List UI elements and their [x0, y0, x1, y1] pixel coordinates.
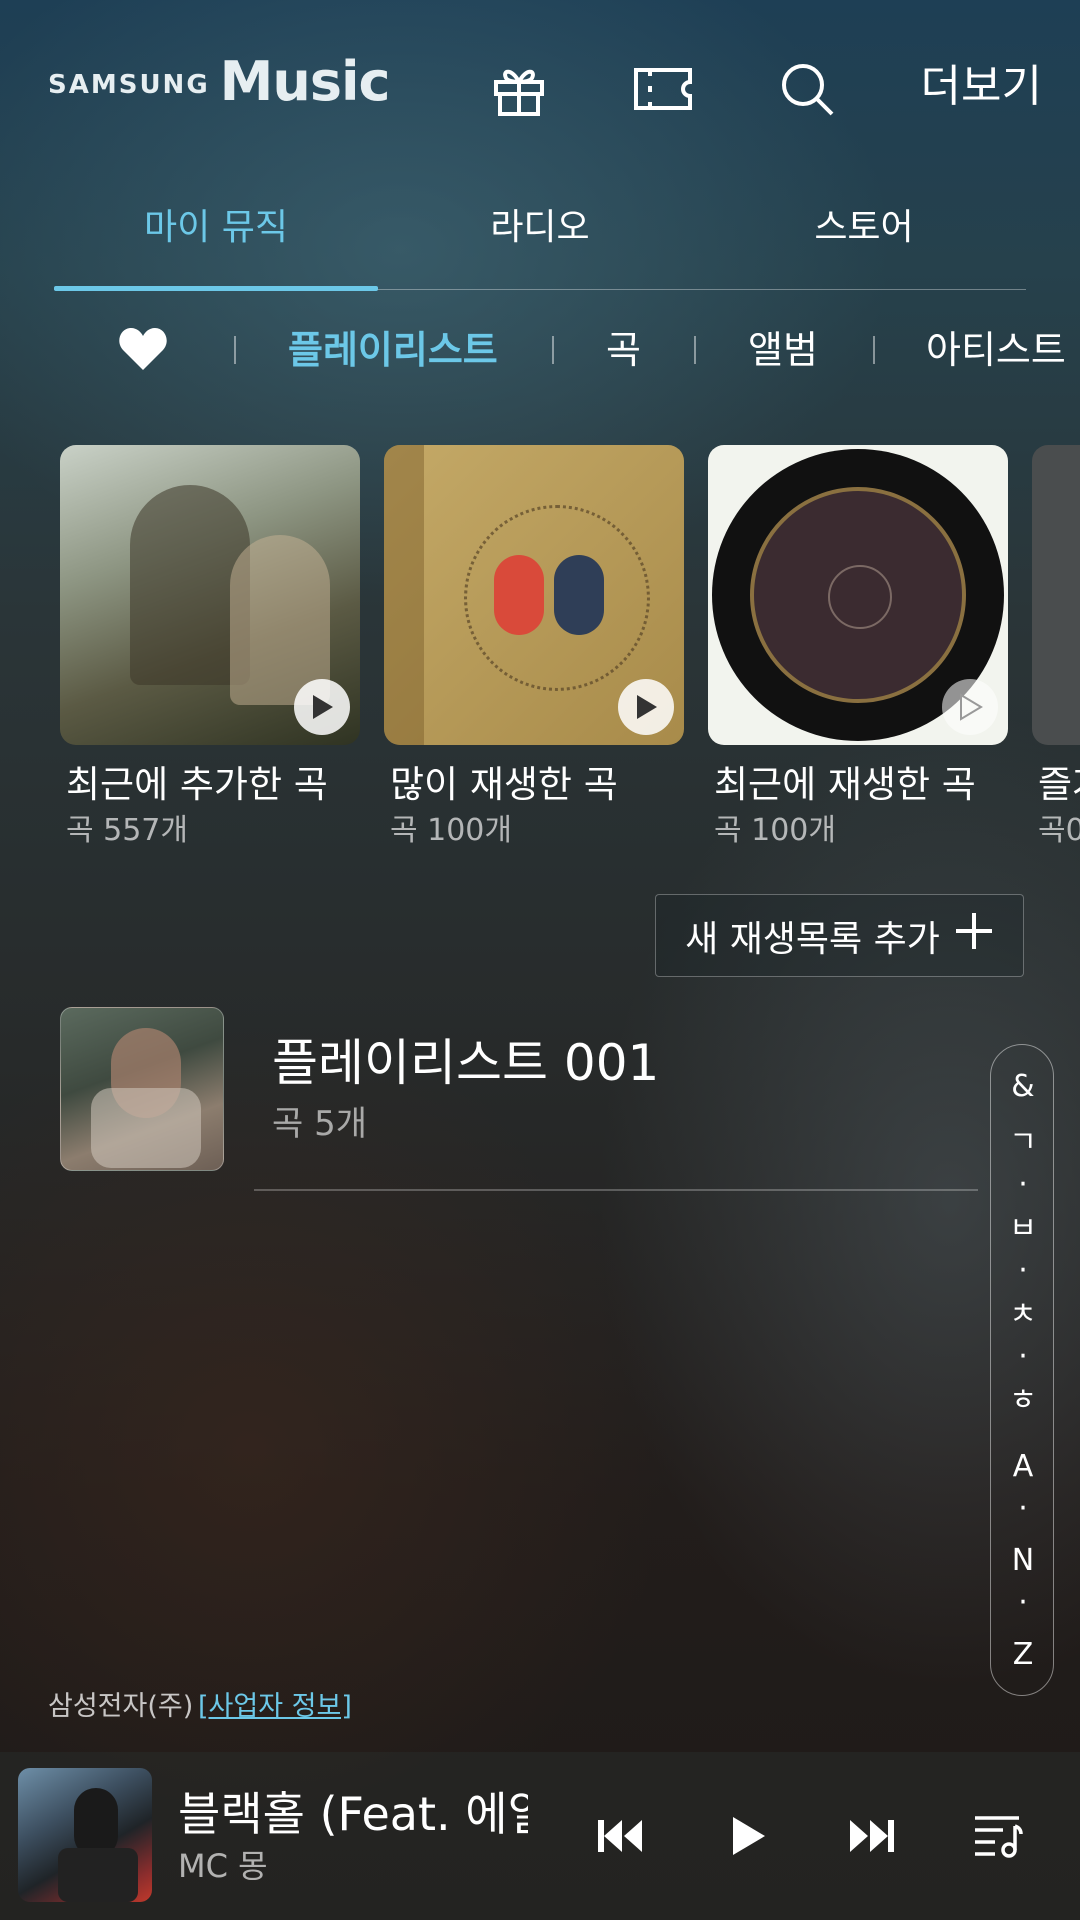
index-letter[interactable]: A	[991, 1447, 1055, 1487]
card-title: 최근에 재생한 곡	[714, 763, 976, 806]
play-icon[interactable]	[942, 679, 998, 735]
add-playlist-label: 새 재생목록 추가	[685, 918, 940, 960]
index-letter[interactable]: ㅎ	[991, 1381, 1055, 1421]
index-dot: ·	[1018, 1167, 1028, 1202]
tab-store[interactable]: 스토어	[702, 195, 1026, 289]
album-art	[384, 445, 684, 745]
card-count: 곡 557개	[66, 813, 188, 848]
filter-divider	[694, 336, 696, 364]
play-icon[interactable]	[700, 1788, 796, 1884]
index-dot: ·	[1018, 1339, 1028, 1374]
index-dot: ·	[1018, 1585, 1028, 1620]
album-art	[1032, 445, 1080, 745]
index-letter[interactable]: ㄱ	[991, 1123, 1055, 1163]
index-dot: ·	[1018, 1491, 1028, 1526]
now-playing-artist: MC 몽	[178, 1847, 268, 1885]
card-most-played[interactable]: 많이 재생한 곡 곡 100개	[384, 445, 684, 851]
business-info-link[interactable]: [사업자 정보]	[198, 1686, 352, 1728]
samsung-music-logo: SAMSUNG Music	[48, 50, 391, 113]
tab-my-music[interactable]: 마이 뮤직	[54, 195, 378, 289]
filter-songs[interactable]: 곡	[606, 320, 641, 380]
filter-playlist[interactable]: 플레이리스트	[288, 320, 498, 380]
card-count: 곡 100개	[390, 813, 512, 848]
playlist-count: 곡 5개	[272, 1104, 367, 1144]
index-letter[interactable]: Z	[991, 1635, 1055, 1675]
card-title: 많이 재생한 곡	[390, 763, 618, 806]
index-letter[interactable]: ㅊ	[991, 1295, 1055, 1335]
plus-icon	[954, 911, 994, 960]
playlist-thumbnail[interactable]	[60, 1007, 224, 1171]
next-icon[interactable]	[824, 1788, 920, 1884]
play-icon[interactable]	[294, 679, 350, 735]
logo-brand: SAMSUNG	[48, 70, 210, 100]
heart-icon[interactable]	[118, 326, 168, 389]
filter-divider	[873, 336, 875, 364]
card-count: 곡 100개	[714, 813, 836, 848]
filter-divider	[552, 336, 554, 364]
card-title: 즐겨	[1038, 763, 1080, 806]
add-playlist-button[interactable]: 새 재생목록 추가	[655, 894, 1024, 977]
divider	[254, 1189, 978, 1191]
search-icon[interactable]	[772, 54, 842, 124]
index-letter[interactable]: ㅂ	[991, 1209, 1055, 1249]
playlist-title[interactable]: 플레이리스트 001	[272, 1030, 659, 1096]
now-playing-art[interactable]	[18, 1768, 152, 1902]
card-recently-played[interactable]: 최근에 재생한 곡 곡 100개	[708, 445, 1008, 851]
filter-row: 플레이리스트 곡 앨범 아티스트	[0, 320, 1080, 380]
tab-indicator	[54, 286, 378, 291]
logo-app-name: Music	[219, 50, 391, 113]
previous-icon[interactable]	[572, 1788, 668, 1884]
filter-divider	[234, 336, 236, 364]
album-art	[60, 445, 360, 745]
card-recently-added[interactable]: 최근에 추가한 곡 곡 557개	[60, 445, 360, 851]
company-name: 삼성전자(주)	[48, 1691, 194, 1722]
index-dot: ·	[1018, 1253, 1028, 1288]
index-scroller[interactable]: & ㄱ · ㅂ · ㅊ · ㅎ A · N · Z	[990, 1044, 1054, 1696]
filter-artists[interactable]: 아티스트	[926, 320, 1066, 380]
index-letter[interactable]: &	[991, 1067, 1055, 1107]
filter-albums[interactable]: 앨범	[748, 320, 818, 380]
card-favorites[interactable]: 즐겨 곡0	[1032, 445, 1080, 851]
now-playing-title[interactable]: 블랙홀 (Feat. 에일리	[178, 1784, 528, 1844]
card-title: 최근에 추가한 곡	[66, 763, 328, 806]
play-icon[interactable]	[618, 679, 674, 735]
card-count: 곡0	[1038, 813, 1080, 848]
more-button[interactable]: 더보기	[921, 52, 1042, 122]
gift-icon[interactable]	[484, 54, 554, 124]
index-letter[interactable]: N	[991, 1541, 1055, 1581]
tab-radio[interactable]: 라디오	[378, 195, 702, 289]
main-tabs: 마이 뮤직 라디오 스토어	[54, 195, 1026, 291]
ticket-icon[interactable]	[628, 54, 698, 124]
mini-player[interactable]: 블랙홀 (Feat. 에일리 MC 몽	[0, 1752, 1080, 1920]
album-art	[708, 445, 1008, 745]
queue-icon[interactable]	[950, 1788, 1046, 1884]
